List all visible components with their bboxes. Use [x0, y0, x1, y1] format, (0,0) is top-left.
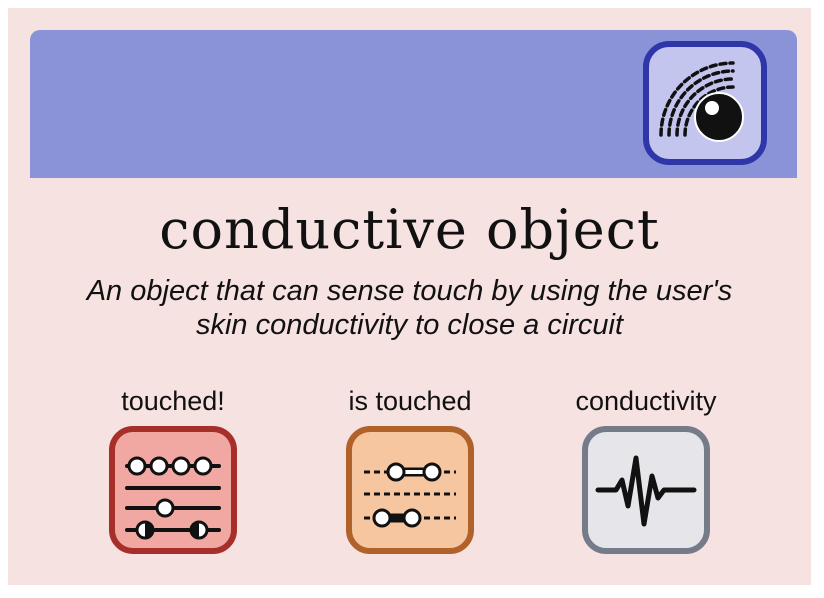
touched-label: touched!: [121, 386, 225, 416]
is-touched-state-tile[interactable]: [346, 426, 474, 554]
description-line-1: An object that can sense touch by using …: [86, 275, 733, 307]
description-line-2: skin conductivity to close a circuit: [195, 309, 624, 341]
component-description: An object that can sense touch by using …: [8, 274, 811, 342]
waveform-icon: [595, 455, 697, 527]
component-title: conductive object: [159, 198, 660, 261]
event-sliders-icon: [125, 456, 221, 540]
touch-sensor-icon: [643, 41, 767, 165]
toggle-sliders-icon: [364, 462, 456, 528]
touched-event-tile[interactable]: [109, 426, 237, 554]
is-touched-label: is touched: [348, 386, 472, 416]
conductivity-signal-tile[interactable]: [582, 426, 710, 554]
conductivity-label: conductivity: [575, 386, 717, 416]
component-card: conductive object An object that can sen…: [8, 8, 811, 585]
